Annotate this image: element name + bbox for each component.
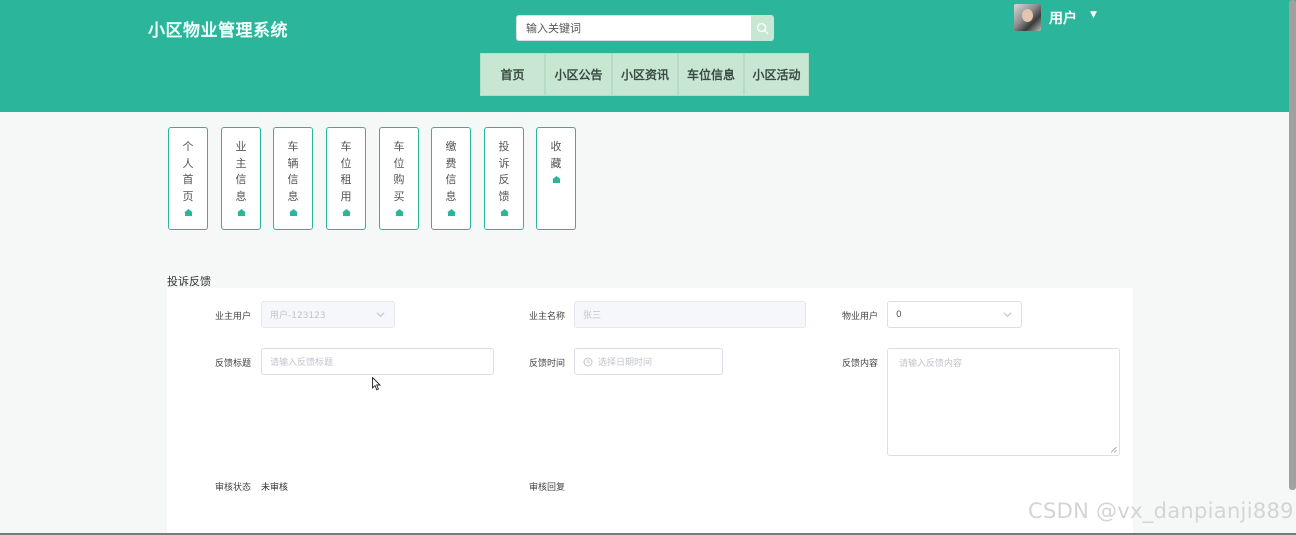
chevron-down-icon: [376, 312, 385, 318]
home-icon: [446, 209, 456, 216]
nav-parking-info[interactable]: 车位信息: [678, 53, 744, 96]
owner-user-label: 业主用户: [215, 312, 252, 322]
review-reply-label: 审核回复: [529, 483, 566, 493]
clock-icon: [583, 357, 593, 366]
property-user-value: 0: [896, 309, 902, 320]
property-user-label: 物业用户: [842, 312, 879, 322]
sidebar-item-label: 个人首页: [182, 140, 194, 203]
sidebar-item-owner-info[interactable]: 业主信息: [221, 127, 261, 230]
feedback-content-placeholder: 请输入反馈内容: [899, 359, 963, 369]
sidebar-item-label: 车位租用: [340, 140, 352, 203]
home-icon: [183, 209, 193, 216]
owner-user-value: 用户-123123: [270, 311, 326, 321]
nav-news[interactable]: 小区资讯: [612, 53, 678, 96]
nav-activities[interactable]: 小区活动: [744, 53, 809, 96]
feedback-content-label: 反馈内容: [842, 359, 879, 369]
page-title: 投诉反馈: [167, 275, 211, 288]
owner-user-select: 用户-123123: [261, 301, 395, 328]
home-icon: [341, 209, 351, 216]
review-status-label: 审核状态: [215, 483, 252, 493]
owner-name-label: 业主名称: [529, 312, 566, 322]
home-icon: [394, 209, 404, 216]
feedback-time-picker[interactable]: 选择日期时间: [574, 348, 723, 375]
feedback-time-label: 反馈时间: [529, 359, 566, 369]
sidebar-item-profile[interactable]: 个人首页: [168, 127, 208, 230]
nav-announcements[interactable]: 小区公告: [545, 53, 612, 96]
sidebar-item-parking-purchase[interactable]: 车位购买: [379, 127, 419, 230]
watermark: CSDN @vx_danpianji889: [1028, 499, 1294, 523]
feedback-title-input[interactable]: 请输入反馈标题: [261, 348, 494, 375]
review-status-value: 未审核: [261, 483, 289, 493]
feedback-time-placeholder: 选择日期时间: [598, 358, 653, 368]
sidebar-item-vehicle-info[interactable]: 车辆信息: [273, 127, 313, 230]
site-title[interactable]: 小区物业管理系统: [148, 16, 288, 41]
sidebar-item-label: 车位购买: [393, 140, 405, 203]
sidebar-item-label: 投诉反馈: [498, 140, 510, 203]
vertical-scrollbar[interactable]: [1289, 0, 1296, 490]
feedback-title-label: 反馈标题: [215, 359, 252, 369]
sidebar-item-favorites[interactable]: 收藏: [536, 127, 576, 230]
feedback-content-textarea[interactable]: 请输入反馈内容: [887, 348, 1120, 456]
search-input-wrapper[interactable]: [516, 15, 751, 41]
feedback-title-placeholder: 请输入反馈标题: [270, 358, 334, 368]
cursor-icon: [372, 377, 381, 391]
sidebar-item-payment-info[interactable]: 缴费信息: [431, 127, 471, 230]
resize-handle-icon[interactable]: [1110, 446, 1117, 453]
home-icon: [288, 209, 298, 216]
sidebar-item-label: 车辆信息: [287, 140, 299, 203]
sidebar-item-label: 业主信息: [235, 140, 247, 203]
search-input[interactable]: [517, 16, 751, 40]
property-user-select[interactable]: 0: [887, 301, 1022, 328]
home-icon: [499, 209, 509, 216]
owner-name-field: 张三: [574, 301, 806, 328]
home-icon: [236, 209, 246, 216]
avatar[interactable]: [1014, 4, 1041, 31]
sidebar-item-label: 缴费信息: [445, 140, 457, 203]
sidebar-item-parking-rent[interactable]: 车位租用: [326, 127, 366, 230]
search-icon: [756, 22, 769, 34]
chevron-down-icon: [1003, 312, 1012, 318]
owner-name-value: 张三: [583, 311, 602, 321]
nav-home[interactable]: 首页: [480, 53, 545, 96]
sidebar-item-complaints[interactable]: 投诉反馈: [484, 127, 524, 230]
user-menu-label[interactable]: 用户: [1049, 8, 1077, 28]
search-button[interactable]: [751, 15, 774, 41]
header-scalloped-edge: [0, 106, 1296, 114]
caret-down-icon[interactable]: ▼: [1090, 10, 1097, 20]
sidebar-item-label: 收藏: [550, 140, 562, 170]
home-icon: [551, 176, 561, 183]
